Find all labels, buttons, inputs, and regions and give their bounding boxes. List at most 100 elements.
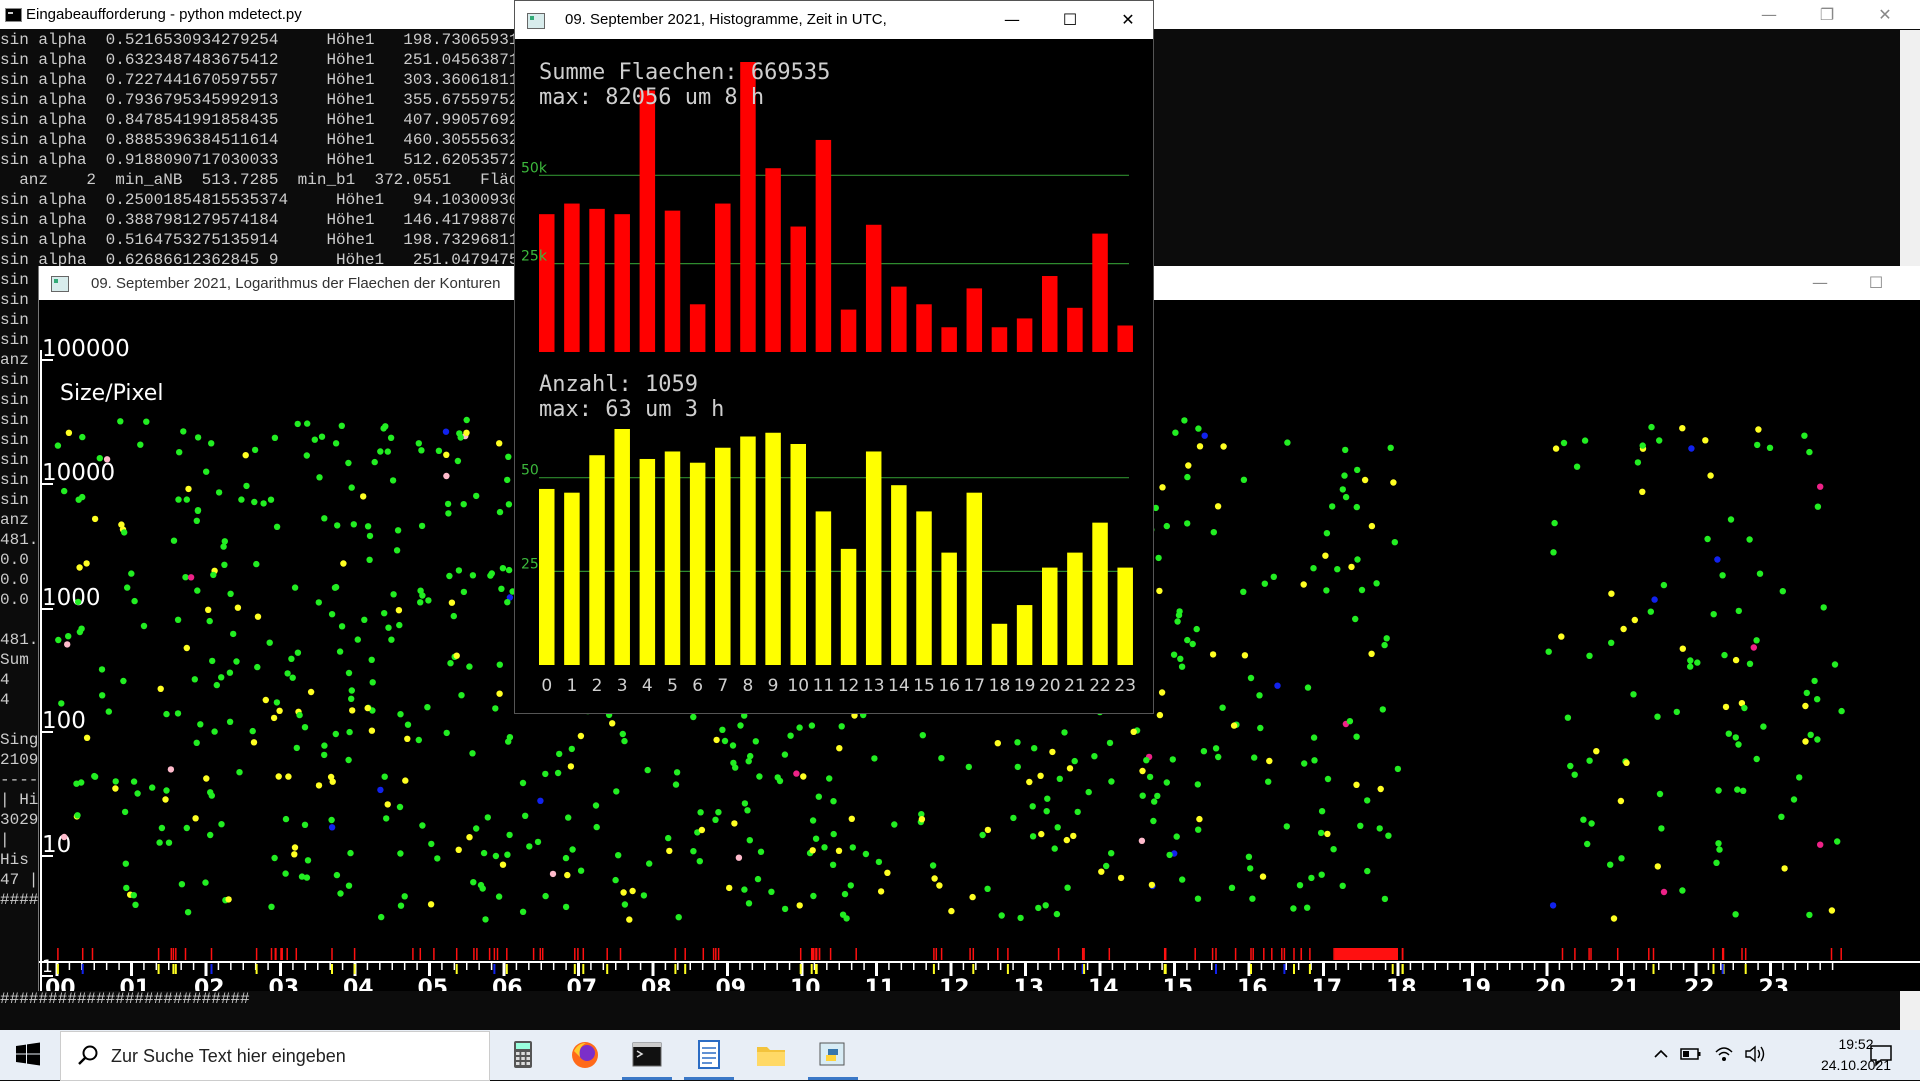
y-tick-label: 10000 (42, 460, 115, 486)
data-point (568, 745, 575, 753)
data-point (384, 801, 391, 808)
data-point (291, 844, 299, 851)
data-point (368, 727, 376, 734)
data-point (193, 739, 200, 746)
data-point (1660, 888, 1668, 896)
data-point (1318, 871, 1325, 878)
log-maximize-button[interactable]: ☐ (1853, 270, 1899, 296)
data-point (208, 440, 215, 447)
console-line-fragment: 481. (0, 531, 39, 549)
data-point (774, 774, 781, 781)
data-point (1753, 637, 1760, 644)
data-point (1648, 423, 1655, 431)
data-point (377, 448, 384, 455)
data-point (1063, 836, 1071, 844)
folder-icon (757, 1047, 785, 1066)
data-point (1051, 845, 1058, 852)
data-point (1139, 767, 1146, 775)
console-line-fragment: Sum (0, 651, 29, 669)
data-point (1656, 437, 1663, 444)
area-bar (589, 208, 605, 352)
data-point (428, 840, 435, 848)
area-tick-label: 25k (521, 249, 548, 265)
data-point (424, 704, 431, 711)
count-bar (1092, 522, 1108, 665)
data-point (165, 839, 173, 846)
python-icon (819, 1042, 845, 1066)
console-line-fragment: sin (0, 291, 29, 309)
volume-icon[interactable] (1744, 1044, 1766, 1064)
calculator-taskbar-button[interactable] (506, 1039, 540, 1071)
data-point (1324, 830, 1331, 838)
data-point (1391, 539, 1399, 546)
windows-start-button[interactable] (16, 1042, 40, 1066)
data-point (415, 440, 422, 447)
data-point (380, 425, 387, 432)
firefox-taskbar-button[interactable] (568, 1039, 602, 1071)
area-bar (815, 139, 832, 352)
data-point (1185, 462, 1192, 469)
data-point (726, 884, 733, 892)
data-point (984, 885, 991, 892)
histogram-close-button[interactable]: ✕ (1105, 7, 1151, 33)
battery-icon[interactable] (1680, 1045, 1702, 1063)
data-point (836, 745, 843, 752)
data-point (918, 816, 926, 823)
notification-icon[interactable] (1868, 1043, 1894, 1067)
y-tick-label: 1 (42, 957, 53, 977)
wifi-icon[interactable] (1714, 1044, 1734, 1064)
data-point (291, 584, 299, 591)
data-point (1687, 657, 1694, 664)
calculator-icon (514, 1041, 532, 1068)
chevron-up-icon[interactable] (1652, 1045, 1670, 1063)
area-bar (1067, 307, 1083, 352)
area-bar (790, 226, 806, 352)
data-point (569, 846, 576, 853)
data-point (338, 623, 346, 630)
histogram-titlebar[interactable]: 09. September 2021, Histogramme, Zeit in… (515, 1, 1153, 39)
console-minimize-button[interactable]: — (1746, 2, 1792, 28)
console-scrollbar-top[interactable] (1900, 30, 1920, 266)
data-point (1560, 439, 1568, 447)
data-point (234, 604, 242, 611)
data-point (418, 447, 425, 454)
data-point (1581, 437, 1589, 444)
data-point (542, 892, 549, 900)
console-line-fragment: sin (0, 331, 29, 349)
console-restore-button[interactable]: ❐ (1804, 2, 1850, 28)
data-point (1817, 483, 1824, 490)
data-point (1266, 757, 1273, 765)
data-point (453, 652, 460, 659)
data-point (1323, 587, 1330, 594)
data-point (427, 901, 435, 908)
cmd-taskbar-button[interactable] (622, 1039, 672, 1080)
data-point (506, 831, 513, 839)
data-point (289, 674, 296, 681)
notepad-taskbar-button[interactable] (684, 1039, 734, 1080)
data-point (96, 455, 103, 462)
taskbar-search-box[interactable]: Zur Suche Text hier eingeben (60, 1031, 490, 1081)
x-tick-label: 20 (1535, 976, 1566, 991)
count-bar (891, 485, 907, 665)
count-bar (715, 447, 731, 665)
histogram-minimize-button[interactable]: — (989, 7, 1035, 33)
data-point (1586, 757, 1593, 764)
data-point (482, 916, 489, 923)
data-point (1660, 581, 1668, 589)
log-minimize-button[interactable]: — (1797, 270, 1843, 296)
console-close-button[interactable]: ✕ (1862, 2, 1908, 28)
data-point (697, 809, 704, 816)
histogram-maximize-button[interactable]: ☐ (1047, 7, 1093, 33)
hour-label: 8 (743, 676, 754, 696)
data-point (729, 742, 737, 749)
python-taskbar-button[interactable] (808, 1039, 858, 1080)
data-point (1310, 734, 1318, 741)
explorer-taskbar-button[interactable] (754, 1039, 788, 1071)
data-point (445, 510, 452, 517)
area-bar (765, 168, 781, 352)
data-point (1368, 650, 1375, 657)
console-scrollbar-bottom[interactable] (1900, 990, 1920, 1030)
data-point (321, 515, 328, 522)
data-point (1296, 882, 1304, 889)
data-point (1750, 644, 1758, 651)
